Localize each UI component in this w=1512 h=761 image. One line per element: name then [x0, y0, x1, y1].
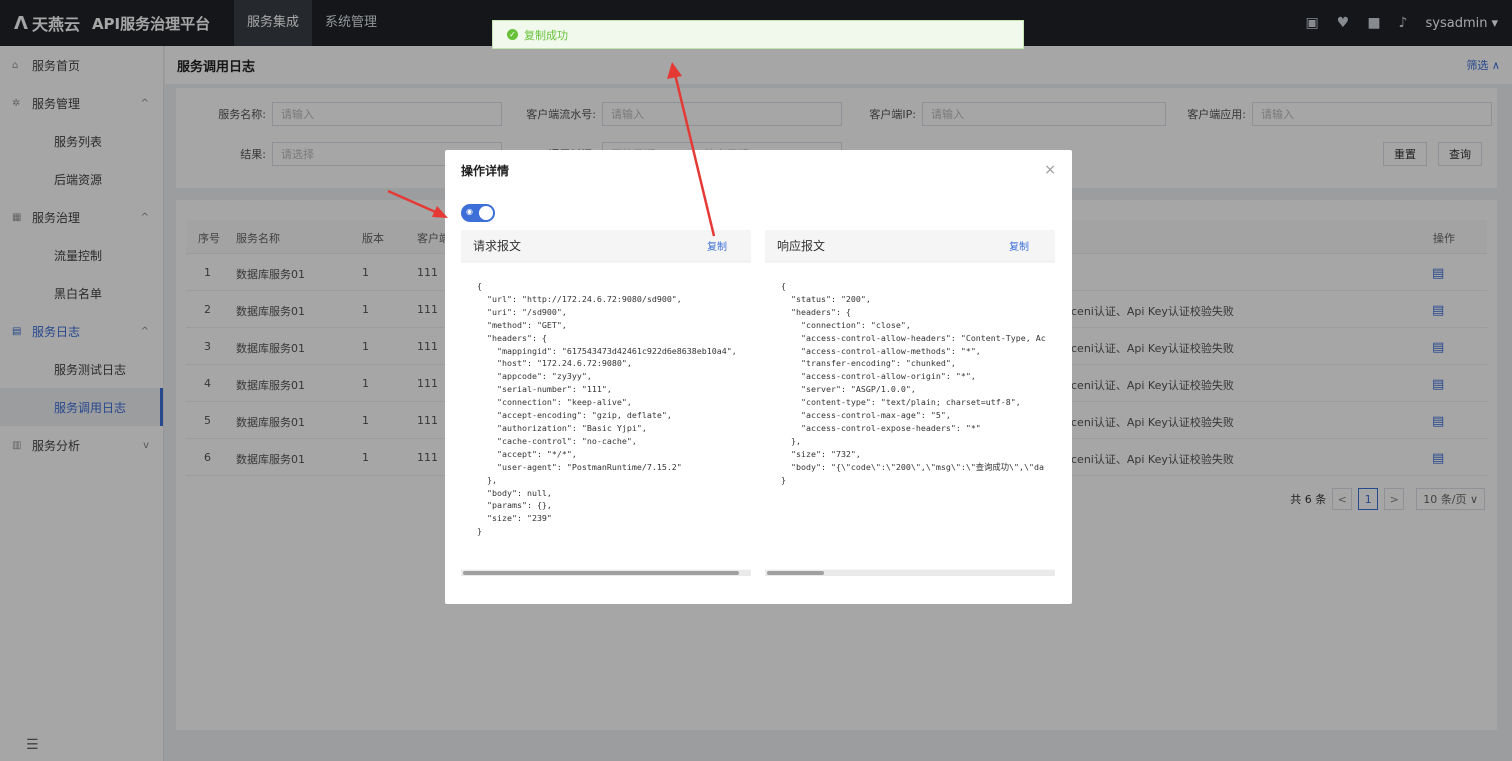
- annotation-arrows: [387, 62, 716, 237]
- arrow-head: [667, 62, 682, 79]
- arrow-to-toast: [673, 73, 716, 237]
- arrow-to-toggle: [387, 189, 441, 216]
- arrow-head: [432, 206, 448, 218]
